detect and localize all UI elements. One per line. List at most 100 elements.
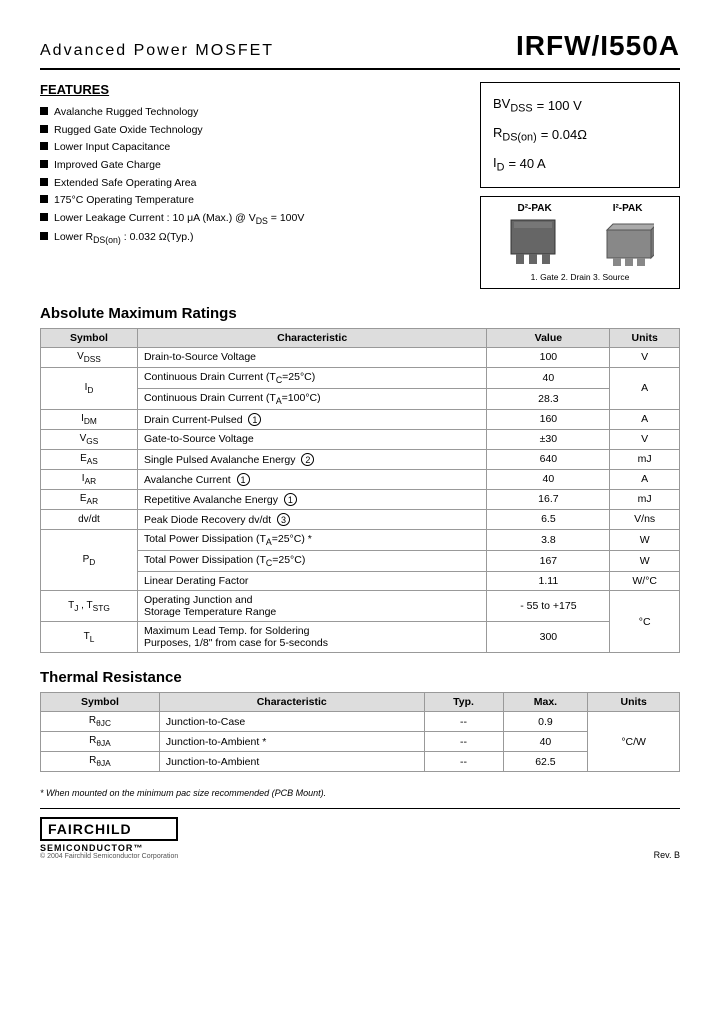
abs-max-section: Absolute Maximum Ratings Symbol Characte… [40,305,680,653]
symbol-cell: EAR [41,489,138,509]
units-cell: °C [610,591,680,653]
features-section: FEATURES Avalanche Rugged Technology Rug… [40,82,460,289]
char-cell: Operating Junction andStorage Temperatur… [137,591,486,622]
col-characteristic: Characteristic [159,693,424,712]
table-row: dv/dt Peak Diode Recovery dv/dt 3 6.5 V/… [41,509,680,529]
char-cell: Drain Current-Pulsed 1 [137,409,486,429]
units-cell: mJ [610,449,680,469]
copyright-text: © 2004 Fairchild Semiconductor Corporati… [40,853,178,860]
value-cell: 300 [487,622,610,653]
typ-cell: -- [424,712,503,732]
bullet-icon [40,195,48,203]
specs-params-box: BVDSS = 100 V RDS(on) = 0.04Ω ID = 40 A [480,82,680,188]
symbol-cell: RθJC [41,712,160,732]
bullet-icon [40,213,48,221]
units-cell: V [610,347,680,367]
char-cell: Avalanche Current 1 [137,469,486,489]
char-cell: Drain-to-Source Voltage [137,347,486,367]
value-cell: 167 [487,551,610,572]
symbol-cell: PD [41,529,138,590]
i2pak-label: I²-PAK [613,203,643,214]
list-item: Lower Leakage Current : 10 μA (Max.) @ V… [40,211,460,227]
bullet-icon [40,232,48,240]
table-row: IAR Avalanche Current 1 40 A [41,469,680,489]
features-list: Avalanche Rugged Technology Rugged Gate … [40,105,460,247]
main-top-section: FEATURES Avalanche Rugged Technology Rug… [40,82,680,289]
char-cell: Linear Derating Factor [137,572,486,591]
symbol-cell: RθJA [41,752,160,772]
table-row: ID Continuous Drain Current (TC=25°C) 40… [41,367,680,388]
d2pak-label: D²-PAK [517,203,551,214]
value-cell: 1.11 [487,572,610,591]
symbol-cell: IDM [41,409,138,429]
thermal-section: Thermal Resistance Symbol Characteristic… [40,669,680,772]
symbol-cell: VGS [41,429,138,449]
symbol-cell: TJ , TSTG [41,591,138,622]
units-cell: W/°C [610,572,680,591]
col-max: Max. [503,693,588,712]
table-row: IDM Drain Current-Pulsed 1 160 A [41,409,680,429]
thermal-heading: Thermal Resistance [40,669,680,686]
list-item: Lower Input Capacitance [40,140,460,155]
char-cell: Gate-to-Source Voltage [137,429,486,449]
col-units: Units [610,328,680,347]
char-cell: Peak Diode Recovery dv/dt 3 [137,509,486,529]
page-header: Advanced Power MOSFET IRFW/I550A [40,30,680,70]
features-heading: FEATURES [40,82,460,97]
char-cell: Single Pulsed Avalanche Energy 2 [137,449,486,469]
list-item: Extended Safe Operating Area [40,176,460,191]
bullet-icon [40,142,48,150]
table-row: PD Total Power Dissipation (TA=25°C) * 3… [41,529,680,550]
value-cell: 3.8 [487,529,610,550]
value-cell: ±30 [487,429,610,449]
table-row: EAR Repetitive Avalanche Energy 1 16.7 m… [41,489,680,509]
symbol-cell: EAS [41,449,138,469]
list-item: Improved Gate Charge [40,158,460,173]
col-units: Units [588,693,680,712]
thermal-table: Symbol Characteristic Typ. Max. Units Rθ… [40,692,680,772]
value-cell: 16.7 [487,489,610,509]
table-header-row: Symbol Characteristic Typ. Max. Units [41,693,680,712]
header-subtitle: Advanced Power MOSFET [40,42,274,60]
max-cell: 62.5 [503,752,588,772]
units-cell: °C/W [588,712,680,772]
typ-cell: -- [424,752,503,772]
table-row: VDSS Drain-to-Source Voltage 100 V [41,347,680,367]
bullet-icon [40,178,48,186]
rev-text: Rev. B [654,850,680,860]
list-item: Lower RDS(on) : 0.032 Ω(Typ.) [40,230,460,246]
symbol-cell: VDSS [41,347,138,367]
page-footer: FAIRCHILD SEMICONDUCTOR™ © 2004 Fairchil… [40,808,680,860]
package-images [487,218,673,268]
table-row: TJ , TSTG Operating Junction andStorage … [41,591,680,622]
units-cell: W [610,551,680,572]
footnote: * When mounted on the minimum pac size r… [40,788,680,798]
list-item: 175°C Operating Temperature [40,193,460,208]
table-row: RθJA Junction-to-Ambient -- 62.5 [41,752,680,772]
abs-max-table: Symbol Characteristic Value Units VDSS D… [40,328,680,653]
table-row: RθJC Junction-to-Case -- 0.9 °C/W [41,712,680,732]
symbol-cell: ID [41,367,138,409]
max-cell: 0.9 [503,712,588,732]
symbol-cell: TL [41,622,138,653]
rds-param: RDS(on) = 0.04Ω [493,120,667,149]
value-cell: 640 [487,449,610,469]
table-header-row: Symbol Characteristic Value Units [41,328,680,347]
table-row: RθJA Junction-to-Ambient * -- 40 [41,732,680,752]
value-cell: 6.5 [487,509,610,529]
package-header: D²-PAK I²-PAK [487,203,673,214]
value-cell: 100 [487,347,610,367]
value-cell: 40 [487,367,610,388]
symbol-cell: dv/dt [41,509,138,529]
char-cell: Junction-to-Ambient * [159,732,424,752]
char-cell: Continuous Drain Current (TA=100°C) [137,388,486,409]
units-cell: V [610,429,680,449]
char-cell: Maximum Lead Temp. for SolderingPurposes… [137,622,486,653]
col-typ: Typ. [424,693,503,712]
list-item: Avalanche Rugged Technology [40,105,460,120]
value-cell: 28.3 [487,388,610,409]
specs-section: BVDSS = 100 V RDS(on) = 0.04Ω ID = 40 A … [480,82,680,289]
symbol-cell: IAR [41,469,138,489]
char-cell: Continuous Drain Current (TC=25°C) [137,367,486,388]
col-characteristic: Characteristic [137,328,486,347]
